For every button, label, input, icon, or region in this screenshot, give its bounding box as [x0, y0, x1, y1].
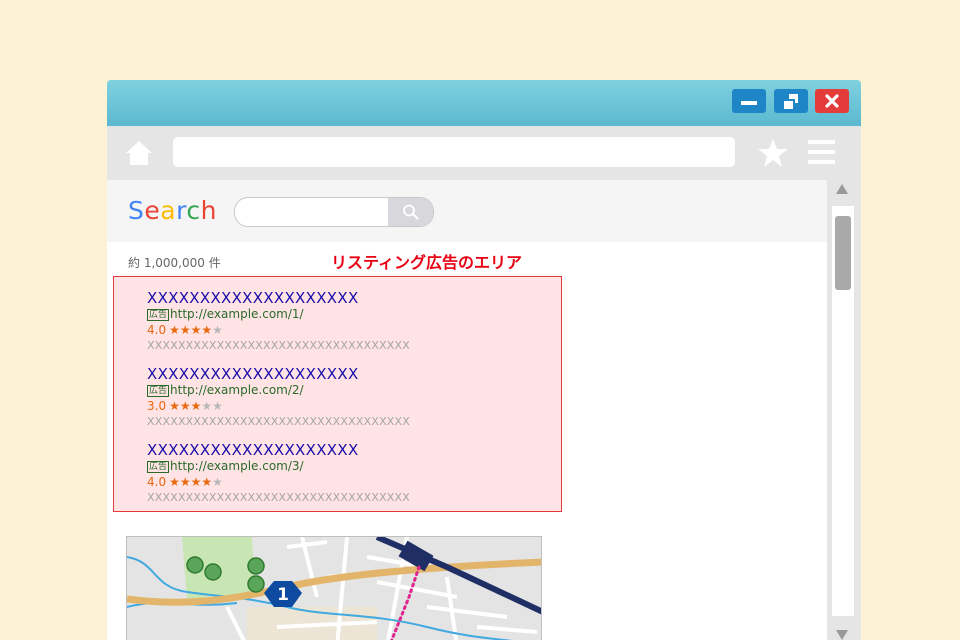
ad-rating: 4.0 ★★★★★	[147, 474, 547, 490]
rating-stars-icon: ★★★★★	[169, 474, 223, 490]
star-filled-icon: ★	[169, 399, 180, 413]
page-content: Search 約 1,000,000 件 リスティング広告のエリア XXXXXX…	[107, 180, 827, 640]
ad-badge: 広告	[147, 385, 170, 397]
ad-listing: XXXXXXXXXXXXXXXXXXXX 広告 http://example.co…	[147, 441, 547, 506]
ad-listing: XXXXXXXXXXXXXXXXXXXX 広告 http://example.co…	[147, 289, 547, 354]
hamburger-menu-icon[interactable]	[808, 140, 835, 164]
star-icon[interactable]	[757, 138, 789, 168]
scroll-thumb[interactable]	[835, 216, 851, 290]
star-filled-icon: ★	[169, 475, 180, 489]
ad-url[interactable]: http://example.com/2/	[170, 383, 304, 397]
ad-title-link[interactable]: XXXXXXXXXXXXXXXXXXXX	[147, 289, 547, 307]
browser-toolbar	[107, 126, 861, 180]
close-icon	[825, 94, 839, 108]
ad-description: XXXXXXXXXXXXXXXXXXXXXXXXXXXXXXXXXX	[147, 491, 411, 504]
rating-value: 4.0	[147, 323, 167, 337]
ad-url-row: 広告 http://example.com/2/	[147, 383, 547, 398]
ad-title-link[interactable]: XXXXXXXXXXXXXXXXXXXX	[147, 441, 547, 459]
address-bar[interactable]	[173, 137, 735, 167]
star-filled-icon: ★	[179, 323, 191, 337]
ad-url[interactable]: http://example.com/3/	[170, 459, 304, 473]
star-empty-icon: ★	[212, 399, 223, 413]
search-header: Search	[107, 180, 827, 242]
ad-badge: 広告	[147, 461, 170, 473]
listing-ad-area: XXXXXXXXXXXXXXXXXXXX 広告 http://example.co…	[113, 276, 562, 512]
search-logo: Search	[128, 196, 217, 225]
ad-rating: 4.0 ★★★★★	[147, 322, 547, 338]
rating-value: 3.0	[147, 399, 167, 413]
vertical-scrollbar[interactable]	[827, 180, 861, 640]
rating-value: 4.0	[147, 475, 167, 489]
ad-listing: XXXXXXXXXXXXXXXXXXXX 広告 http://example.co…	[147, 365, 547, 430]
star-empty-icon: ★	[212, 475, 223, 489]
rating-stars-icon: ★★★★★	[169, 322, 223, 338]
ad-title-link[interactable]: XXXXXXXXXXXXXXXXXXXX	[147, 365, 547, 383]
star-filled-icon: ★	[179, 475, 191, 489]
ad-description: XXXXXXXXXXXXXXXXXXXXXXXXXXXXXXXXXX	[147, 339, 411, 352]
browser-window: Search 約 1,000,000 件 リスティング広告のエリア XXXXXX…	[107, 80, 861, 640]
minimize-icon	[741, 101, 757, 105]
home-icon[interactable]	[124, 139, 154, 167]
ad-rating: 3.0 ★★★★★	[147, 398, 547, 414]
scroll-up-icon[interactable]	[836, 184, 848, 194]
ad-url-row: 広告 http://example.com/1/	[147, 307, 547, 322]
magnifier-icon	[403, 204, 419, 220]
minimize-button[interactable]	[732, 89, 766, 113]
star-filled-icon: ★	[190, 399, 202, 413]
star-filled-icon: ★	[201, 323, 213, 337]
ad-badge: 広告	[147, 309, 170, 321]
ad-description: XXXXXXXXXXXXXXXXXXXXXXXXXXXXXXXXXX	[147, 415, 411, 428]
result-count: 約 1,000,000 件	[128, 256, 221, 270]
search-input[interactable]	[235, 198, 387, 226]
title-bar	[107, 80, 861, 126]
map[interactable]: 1	[126, 536, 542, 640]
search-button[interactable]	[388, 198, 433, 226]
route-number: 1	[277, 585, 289, 605]
star-filled-icon: ★	[190, 323, 202, 337]
restore-button[interactable]	[774, 89, 808, 113]
ad-area-label: リスティング広告のエリア	[331, 253, 523, 272]
star-filled-icon: ★	[201, 475, 213, 489]
ad-url-row: 広告 http://example.com/3/	[147, 459, 547, 474]
search-box	[234, 197, 434, 227]
rating-stars-icon: ★★★★★	[169, 398, 223, 414]
map-illustration: 1	[127, 537, 541, 640]
scroll-down-icon[interactable]	[836, 630, 848, 640]
star-filled-icon: ★	[190, 475, 202, 489]
star-filled-icon: ★	[179, 399, 191, 413]
close-button[interactable]	[815, 89, 849, 113]
star-empty-icon: ★	[212, 323, 223, 337]
star-filled-icon: ★	[169, 323, 180, 337]
ad-url[interactable]: http://example.com/1/	[170, 307, 304, 321]
star-empty-icon: ★	[201, 399, 213, 413]
